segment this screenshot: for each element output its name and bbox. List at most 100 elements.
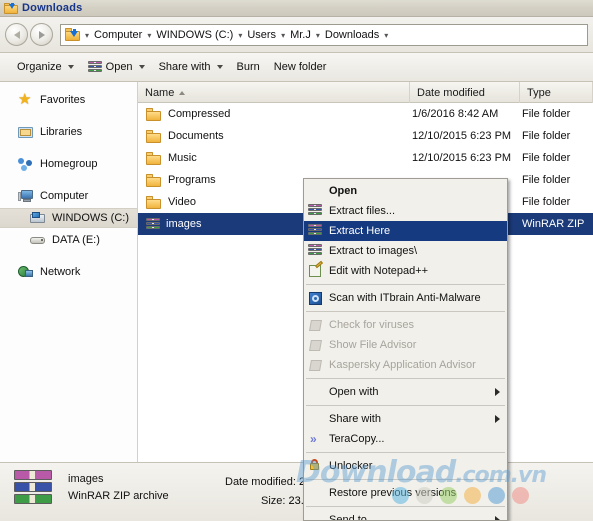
forward-button[interactable] [30,23,53,46]
menu-item-label: Share with [329,413,381,425]
file-type-cell: WinRAR ZIP [522,218,585,230]
winrar-icon [308,223,325,239]
table-row[interactable]: Documents 12/10/2015 6:23 PM File folder [138,125,593,147]
menu-item-extract-files[interactable]: Extract files... [304,201,507,221]
teracopy-icon: » [310,431,317,446]
menu-item-open-with[interactable]: Open with [304,382,507,402]
chevron-down-icon[interactable]: ▾ [144,31,154,40]
blank-icon [308,486,325,501]
menu-item-label: Edit with Notepad++ [329,265,429,277]
table-row[interactable]: Music 12/10/2015 6:23 PM File folder [138,147,593,169]
chevron-right-icon [495,516,500,520]
menu-item-extract-to-folder[interactable]: Extract to images\ [304,241,507,261]
menu-item-label: Send to [329,514,367,521]
file-type-cell: File folder [522,130,571,142]
column-header-type-label: Type [527,86,551,99]
open-button[interactable]: Open [81,56,152,78]
column-header-type[interactable]: Type [520,82,593,103]
menu-item-label: Check for viruses [329,319,414,331]
blank-icon [308,385,325,400]
menu-item-edit-with-notepadpp[interactable]: Edit with Notepad++ [304,260,507,281]
table-row[interactable]: Compressed 1/6/2016 8:42 AM File folder [138,103,593,125]
menu-item-scan-itbrain[interactable]: Scan with ITbrain Anti-Malware [304,288,507,308]
winrar-icon [87,60,102,74]
menu-item-label: Extract Here [329,225,391,237]
menu-separator [306,405,505,406]
kaspersky-icon [308,358,325,373]
chevron-down-icon[interactable]: ▾ [278,31,288,40]
sidebar-item-label: Libraries [40,126,83,138]
navigation-pane: ★ Favorites Libraries Homegroup Computer… [0,82,138,462]
chevron-down-icon[interactable]: ▾ [235,31,245,40]
folder-icon [146,107,161,121]
file-name-cell: Compressed [138,107,410,121]
new-folder-button[interactable]: New folder [267,56,334,78]
breadcrumb-item-users[interactable]: Users [245,27,278,43]
file-name-cell: Music [138,151,410,165]
menu-item-label: Unlocker [329,460,373,472]
column-header-date-modified[interactable]: Date modified [410,82,520,103]
chevron-right-icon [38,30,45,39]
chevron-down-icon[interactable]: ▾ [381,31,391,40]
menu-separator [306,378,505,379]
shield-scan-icon [308,291,325,306]
share-with-button[interactable]: Share with [152,56,230,78]
window-title: Downloads [22,2,83,14]
menu-item-label: Extract files... [329,205,396,217]
file-name-label: Music [168,152,197,164]
address-bar: ▾ Computer ▾ WINDOWS (C:) ▾ Users ▾ Mr.J… [0,17,593,53]
kaspersky-icon [308,338,325,353]
sidebar-item-windows-c[interactable]: WINDOWS (C:) [0,208,137,228]
notepadpp-icon [308,260,325,279]
menu-item-label: Open with [329,386,379,398]
windows-drive-icon [30,211,46,226]
chevron-down-icon [216,65,223,69]
menu-separator [306,284,505,285]
menu-item-open[interactable]: Open [304,181,507,201]
menu-item-check-for-viruses: Check for viruses [304,315,507,335]
details-size-label: Size: [261,495,286,507]
menu-item-share-with[interactable]: Share with [304,409,507,429]
file-date-cell: 12/10/2015 6:23 PM [412,152,512,164]
back-button[interactable] [5,23,28,46]
menu-item-send-to[interactable]: Send to [304,510,507,521]
menu-separator [306,311,505,312]
menu-item-extract-here[interactable]: Extract Here [304,221,507,241]
sidebar-item-libraries[interactable]: Libraries [0,122,137,142]
organize-button[interactable]: Organize [10,56,81,78]
chevron-down-icon [138,65,145,69]
chevron-down-icon[interactable]: ▾ [313,31,323,40]
breadcrumb-item-computer[interactable]: Computer [92,27,144,43]
explorer-window: Downloads ▾ Computer ▾ WINDOWS (C:) ▾ Us… [0,0,593,521]
file-date-cell: 12/10/2015 6:23 PM [412,130,512,142]
breadcrumb-item-downloads[interactable]: Downloads [323,27,381,43]
sidebar-item-label: WINDOWS (C:) [52,212,129,224]
breadcrumb-item-mrj[interactable]: Mr.J [288,27,313,43]
folder-icon [146,195,161,209]
sidebar-item-homegroup[interactable]: Homegroup [0,154,137,174]
menu-item-unlocker[interactable]: Unlocker [304,456,507,476]
details-file-kind: WinRAR ZIP archive [68,490,169,502]
libraries-icon [18,125,34,140]
breadcrumb-item-windows-c[interactable]: WINDOWS (C:) [154,27,235,43]
downloads-folder-icon [4,2,18,14]
winrar-icon [308,243,325,259]
breadcrumb[interactable]: ▾ Computer ▾ WINDOWS (C:) ▾ Users ▾ Mr.J… [60,23,588,46]
chevron-down-icon[interactable]: ▾ [82,31,92,40]
menu-item-teracopy[interactable]: » TeraCopy... [304,429,507,449]
sidebar-item-computer[interactable]: Computer [0,186,137,206]
menu-item-label: Scan with ITbrain Anti-Malware [329,292,481,304]
sidebar-item-favorites[interactable]: ★ Favorites [0,90,137,110]
file-type-cell: File folder [522,174,571,186]
sidebar-item-data-e[interactable]: DATA (E:) [0,230,137,250]
file-type-cell: File folder [522,108,571,120]
burn-button[interactable]: Burn [230,56,267,78]
menu-item-restore-previous-versions[interactable]: Restore previous versions [304,483,507,503]
column-header-name[interactable]: Name [138,82,410,103]
menu-item-label: Extract to images\ [329,245,418,257]
menu-separator [306,479,505,480]
menu-item-label: Show File Advisor [329,339,417,351]
file-type-cell: File folder [522,196,571,208]
folder-icon [146,129,161,143]
sidebar-item-network[interactable]: Network [0,262,137,282]
